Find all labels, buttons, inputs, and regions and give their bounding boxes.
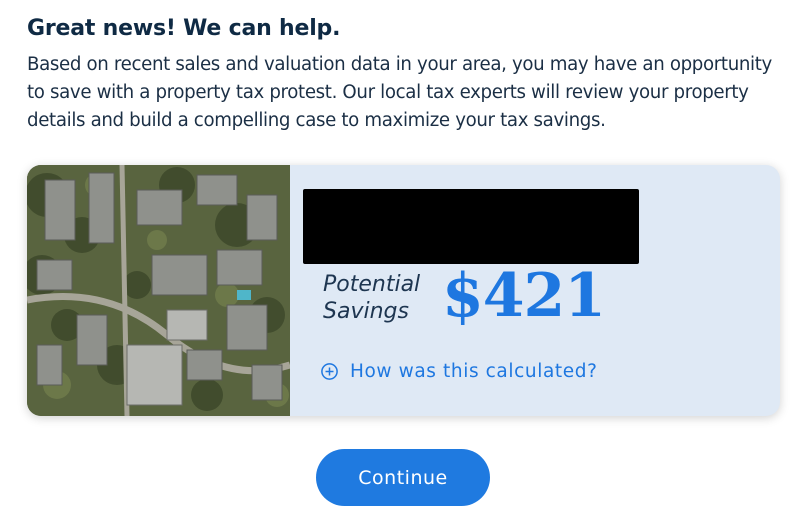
plus-circle-icon	[321, 363, 338, 380]
how-calculated-label: How was this calculated?	[350, 361, 598, 382]
savings-label-line-2: Savings	[323, 299, 409, 324]
page-headline: Great news! We can help.	[27, 16, 341, 41]
intro-paragraph: Based on recent sales and valuation data…	[27, 54, 772, 131]
property-aerial-image	[27, 165, 290, 416]
how-calculated-link[interactable]: How was this calculated?	[321, 361, 597, 382]
savings-label-line-1: Potential	[323, 272, 421, 297]
potential-savings-label: Potential Savings	[323, 271, 433, 325]
continue-button[interactable]: Continue	[316, 449, 490, 506]
redacted-address	[303, 189, 639, 264]
savings-amount: $421	[442, 261, 606, 331]
savings-card: Potential Savings $421 How was this calc…	[27, 165, 780, 416]
